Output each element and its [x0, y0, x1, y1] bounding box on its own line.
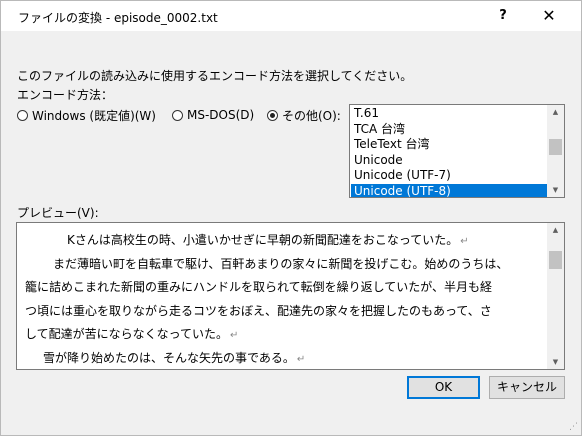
- scroll-down-icon[interactable]: ▼: [547, 183, 564, 197]
- list-item-encoding[interactable]: Unicode: [351, 153, 548, 169]
- scroll-thumb[interactable]: [549, 139, 562, 155]
- list-item-encoding[interactable]: T.61: [351, 106, 548, 122]
- preview-line: つ頃には重心を取りながら走るコツをおぼえ、配達先の家々を把握したのもあって、さ: [25, 303, 492, 318]
- radio-circle[interactable]: [17, 109, 28, 121]
- instruction-text: このファイルの読み込みに使用するエンコード方法を選択してください。: [17, 69, 413, 83]
- list-item-encoding-selected[interactable]: Unicode (UTF-8): [351, 183, 548, 197]
- return-mark-icon: ↵: [230, 330, 239, 341]
- help-button[interactable]: ?: [481, 1, 525, 31]
- title-bar: ファイルの変換 - episode_0002.txt ? ✕: [1, 1, 581, 31]
- list-item-encoding[interactable]: TeleText 台湾: [351, 137, 548, 153]
- resize-grip-icon[interactable]: ⋰: [568, 422, 578, 432]
- return-mark-icon: ↵: [460, 236, 469, 247]
- ok-button[interactable]: OK: [407, 376, 480, 399]
- preview-scrollbar[interactable]: ▲ ▼: [547, 223, 564, 369]
- preview-line: して配達が苦にならなくなっていた。 ↵: [25, 327, 239, 341]
- list-item-encoding[interactable]: TCA 台湾: [351, 122, 548, 138]
- preview-line: 籠に詰めこまれた新聞の重みにハンドルを取られて転倒を繰り返していたが、半月も経: [25, 280, 493, 294]
- file-conversion-dialog: ファイルの変換 - episode_0002.txt ? ✕ このファイルの読み…: [0, 0, 582, 436]
- preview-label: プレビュー(V):: [17, 206, 99, 220]
- window-title: ファイルの変換 - episode_0002.txt: [18, 11, 218, 25]
- close-button[interactable]: ✕: [527, 1, 571, 31]
- cancel-button[interactable]: キャンセル: [489, 376, 565, 399]
- encoding-method-label: エンコード方法：: [17, 88, 114, 102]
- encoding-list-scrollbar[interactable]: ▲ ▼: [547, 105, 564, 197]
- radio-circle-checked[interactable]: [267, 109, 278, 121]
- preview-line: まだ薄暗い町を自転車で駆け、百軒あまりの家々に新聞を投げこむ。始めのうちは、: [53, 256, 509, 271]
- encoding-listbox[interactable]: T.61 TCA 台湾 TeleText 台湾 Unicode Unicode …: [349, 104, 565, 198]
- scroll-up-icon[interactable]: ▲: [547, 105, 564, 119]
- radio-windows-default[interactable]: Windows (既定値)(W): [17, 107, 156, 123]
- scroll-thumb[interactable]: [549, 251, 562, 269]
- preview-line: Kさんは高校生の時、小遣いかせぎに早朝の新聞配達をおこなっていた。 ↵: [67, 233, 469, 247]
- radio-circle[interactable]: [172, 109, 183, 121]
- scroll-down-icon[interactable]: ▼: [547, 355, 564, 369]
- return-mark-icon: ↵: [296, 353, 306, 365]
- close-icon: ✕: [542, 6, 556, 25]
- preview-line: 雪が降り始めたのは、そんな矢先の事である。 ↵: [43, 350, 306, 365]
- scroll-up-icon[interactable]: ▲: [547, 223, 564, 237]
- radio-ms-dos[interactable]: MS-DOS(D): [172, 107, 254, 123]
- radio-other[interactable]: その他(O):: [267, 107, 341, 123]
- list-item-encoding[interactable]: Unicode (UTF-7): [351, 168, 548, 184]
- preview-textbox[interactable]: Kさんは高校生の時、小遣いかせぎに早朝の新聞配達をおこなっていた。 ↵ まだ薄暗い…: [16, 222, 565, 370]
